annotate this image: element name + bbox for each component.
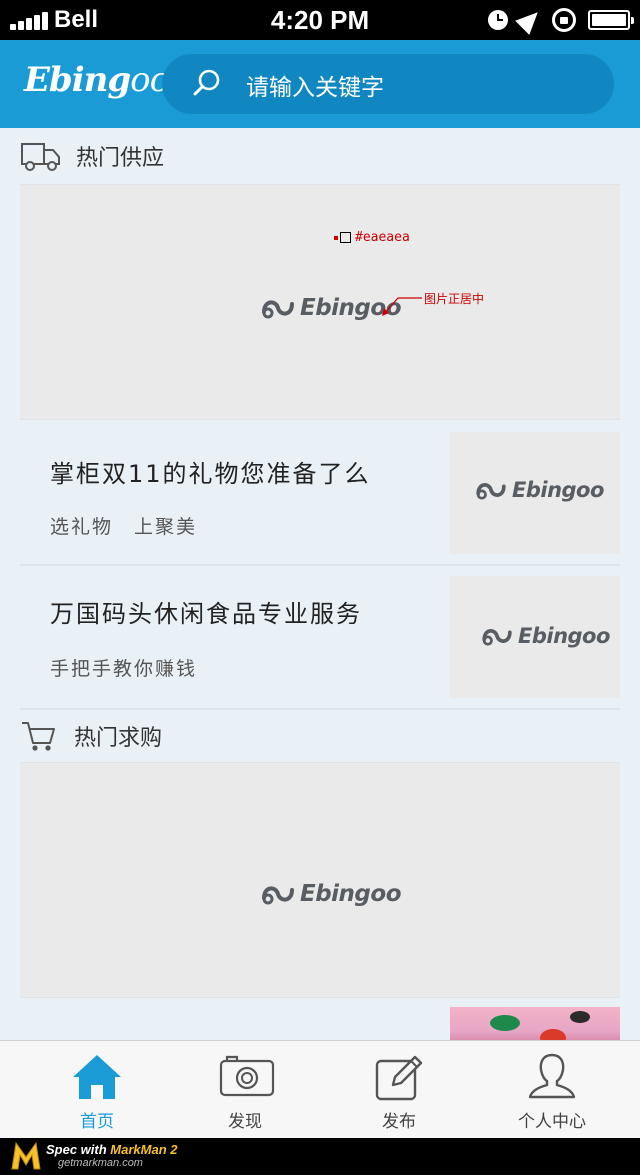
list-item[interactable]: 万国码头休闲食品专业服务 手把手教你赚钱 Ebingoo	[20, 566, 620, 710]
tab-publish[interactable]: 发布	[319, 1041, 479, 1139]
search-bar[interactable]: 请输入关键字	[162, 54, 614, 114]
home-icon	[73, 1055, 121, 1099]
brand-placeholder: Ebingoo	[474, 478, 604, 502]
item-thumbnail: Ebingoo	[450, 576, 620, 698]
markman-url: getmarkman.com	[58, 1157, 143, 1169]
infinity-logo-icon	[482, 629, 512, 646]
shopping-cart-icon	[22, 722, 55, 751]
tab-label: 发布	[382, 1112, 416, 1132]
item-title: 万国码头休闲食品专业服务	[50, 600, 362, 628]
camera-icon	[219, 1055, 275, 1097]
tab-label: 发现	[228, 1112, 262, 1132]
section-title-text: 热门求购	[74, 726, 163, 751]
infinity-logo-icon	[476, 483, 506, 500]
item-subtitle: 选礼物 上聚美	[50, 516, 198, 538]
markman-logo-icon	[11, 1141, 41, 1170]
infinity-logo-icon	[262, 300, 294, 319]
tab-bar: 首页 发现 发布 个人中心	[0, 1040, 640, 1138]
rotation-lock-icon	[552, 8, 576, 32]
list-item[interactable]: 掌柜双11的礼物您准备了么 选礼物 上聚美 Ebingoo	[20, 422, 620, 566]
app-header: Ebingoo 请输入关键字	[0, 40, 640, 128]
section-title-supply: 热门供应	[20, 136, 164, 176]
truck-icon	[21, 143, 60, 171]
center-annotation: 图片正居中	[424, 292, 485, 306]
markman-footer: Spec with MarkMan 2 getmarkman.com	[0, 1138, 640, 1175]
supply-banner[interactable]: Ebingoo	[20, 184, 620, 420]
tab-label: 首页	[80, 1112, 114, 1132]
item-thumbnail: Ebingoo	[450, 432, 620, 554]
battery-icon	[588, 10, 634, 30]
section-title-text: 热门供应	[76, 146, 165, 171]
annotation-arrow-icon	[382, 297, 422, 316]
tab-home[interactable]: 首页	[17, 1041, 177, 1139]
item-title: 掌柜双11的礼物您准备了么	[50, 460, 371, 488]
search-input[interactable]: 请输入关键字	[246, 68, 384, 102]
demand-banner[interactable]: Ebingoo	[20, 762, 620, 998]
search-icon	[193, 69, 220, 96]
markman-spec-text: Spec with MarkMan 2	[46, 1142, 178, 1157]
tab-label: 个人中心	[518, 1112, 586, 1132]
edit-icon	[375, 1055, 423, 1101]
brand-placeholder: Ebingoo	[480, 624, 610, 648]
user-icon	[528, 1053, 576, 1099]
location-icon	[515, 5, 545, 35]
clock-icon	[488, 10, 508, 30]
tab-profile[interactable]: 个人中心	[472, 1041, 632, 1139]
section-title-demand: 热门求购	[20, 716, 162, 756]
tab-discover[interactable]: 发现	[165, 1041, 325, 1139]
app-logo[interactable]: Ebingoo	[24, 60, 170, 100]
status-bar: Bell 4:20 PM	[0, 0, 640, 40]
brand-placeholder: Ebingoo	[260, 881, 402, 907]
item-subtitle: 手把手教你赚钱	[50, 658, 198, 680]
color-annotation: #eaeaea	[334, 230, 410, 245]
infinity-logo-icon	[262, 886, 294, 905]
